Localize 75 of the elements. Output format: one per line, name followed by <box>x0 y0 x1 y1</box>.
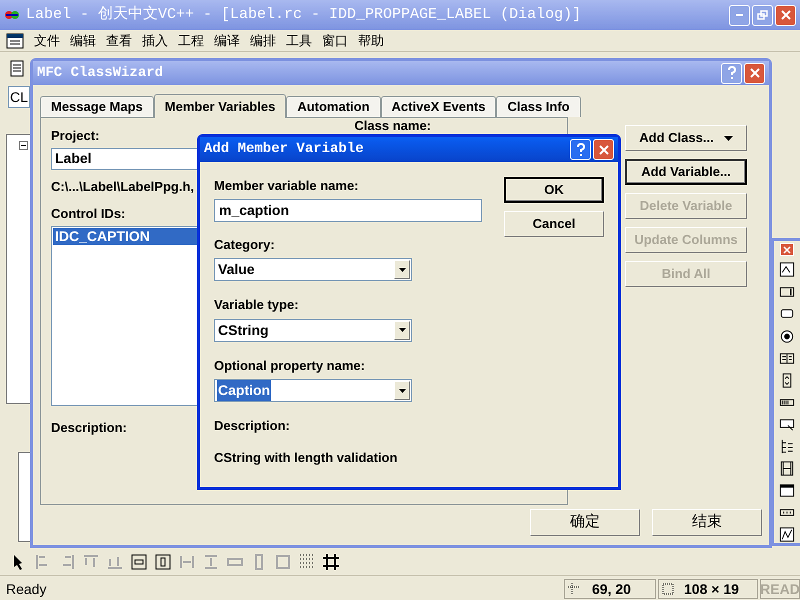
menu-item[interactable]: 编译 <box>214 30 240 50</box>
picture-control-icon[interactable] <box>778 261 796 278</box>
tab[interactable]: ActiveX Events <box>380 96 496 117</box>
caret-icon[interactable] <box>724 136 733 140</box>
help-button[interactable] <box>570 139 591 160</box>
close-button[interactable] <box>744 62 765 84</box>
menu-item[interactable]: 编排 <box>250 30 276 50</box>
button[interactable]: Cancel <box>504 211 604 237</box>
radio-button-icon[interactable] <box>778 328 796 345</box>
caret-icon <box>398 268 406 272</box>
description-text: CString with length validation <box>214 448 398 467</box>
member-name-field[interactable]: m_caption <box>214 198 482 222</box>
dropdown-arrow-button[interactable] <box>394 260 410 279</box>
dropdown-arrow-button[interactable] <box>394 381 410 400</box>
button[interactable]: OK <box>504 177 604 203</box>
menu-item[interactable]: 编辑 <box>70 30 96 50</box>
date-picker-icon[interactable] <box>778 482 796 499</box>
button[interactable]: 确定 <box>530 509 640 536</box>
read-indicator: READ <box>760 579 800 599</box>
window-title: MFC ClassWizard <box>37 64 164 82</box>
status-message: Ready <box>6 580 46 599</box>
close-button[interactable] <box>780 243 794 256</box>
menu-item[interactable]: 查看 <box>106 30 132 50</box>
close-icon <box>596 142 610 156</box>
class-combo-box[interactable]: CL <box>8 86 30 108</box>
menu-item[interactable]: 窗口 <box>322 30 348 50</box>
dropdown[interactable]: CString <box>214 318 412 342</box>
guides-icon[interactable] <box>322 552 340 570</box>
menu-item[interactable]: 工程 <box>178 30 204 50</box>
tab[interactable]: Member Variables <box>154 94 286 118</box>
new-file-icon[interactable] <box>8 59 26 77</box>
field-label: Class name: <box>354 117 431 135</box>
center-horizontal-icon[interactable] <box>154 552 172 570</box>
button[interactable]: Add Variable... <box>625 159 747 185</box>
menu-item[interactable]: 插入 <box>142 30 168 50</box>
close-icon <box>778 8 792 22</box>
collapse-icon[interactable] <box>19 141 28 150</box>
close-icon <box>783 246 791 254</box>
status-text: 108 × 19 <box>684 580 739 598</box>
menu-item[interactable]: 帮助 <box>358 30 384 50</box>
caret-icon <box>398 328 406 332</box>
field-label: Control IDs: <box>51 205 126 223</box>
field-label: Project: <box>51 127 100 145</box>
caret-icon <box>398 388 406 392</box>
close-icon <box>748 66 762 80</box>
status-text: 69, 20 <box>592 580 631 598</box>
window-title: Label - 创天中文VC++ - [Label.rc - IDD_PROPPAGE_LABEL (Dialog)] <box>26 4 582 25</box>
tab[interactable]: Message Maps <box>40 96 154 117</box>
custom-control-icon[interactable] <box>778 526 796 543</box>
dropdown[interactable]: Caption <box>214 379 412 402</box>
center-vertical-icon[interactable] <box>130 552 148 570</box>
field-label: Description: <box>51 418 127 437</box>
minimize-icon <box>736 14 743 16</box>
close-button[interactable] <box>593 139 614 160</box>
menu-item[interactable]: 工具 <box>286 30 312 50</box>
file-path: C:\...\Label\LabelPpg.h, <box>51 178 194 196</box>
menu-item[interactable]: 文件 <box>34 30 60 50</box>
app-icon[interactable] <box>4 8 20 22</box>
close-button[interactable] <box>775 4 796 26</box>
size-icon[interactable] <box>662 583 674 595</box>
button[interactable]: 结束 <box>652 509 762 536</box>
document-icon[interactable] <box>6 32 24 48</box>
field-label: Member variable name: <box>214 177 359 195</box>
button[interactable]: Add Class... <box>625 125 747 151</box>
field-label: Optional property name: <box>214 356 365 375</box>
grid-icon[interactable] <box>298 552 316 570</box>
tab[interactable]: Class Info <box>496 96 581 117</box>
dropdown[interactable]: Value <box>214 258 412 281</box>
position-icon[interactable] <box>568 583 580 595</box>
restore-icon <box>757 10 768 20</box>
field-label: Variable type: <box>214 296 299 314</box>
tab[interactable]: Automation <box>286 96 381 117</box>
dropdown-arrow-button[interactable] <box>394 320 410 340</box>
animation-icon[interactable] <box>778 460 796 477</box>
field-label: Description: <box>214 417 290 435</box>
